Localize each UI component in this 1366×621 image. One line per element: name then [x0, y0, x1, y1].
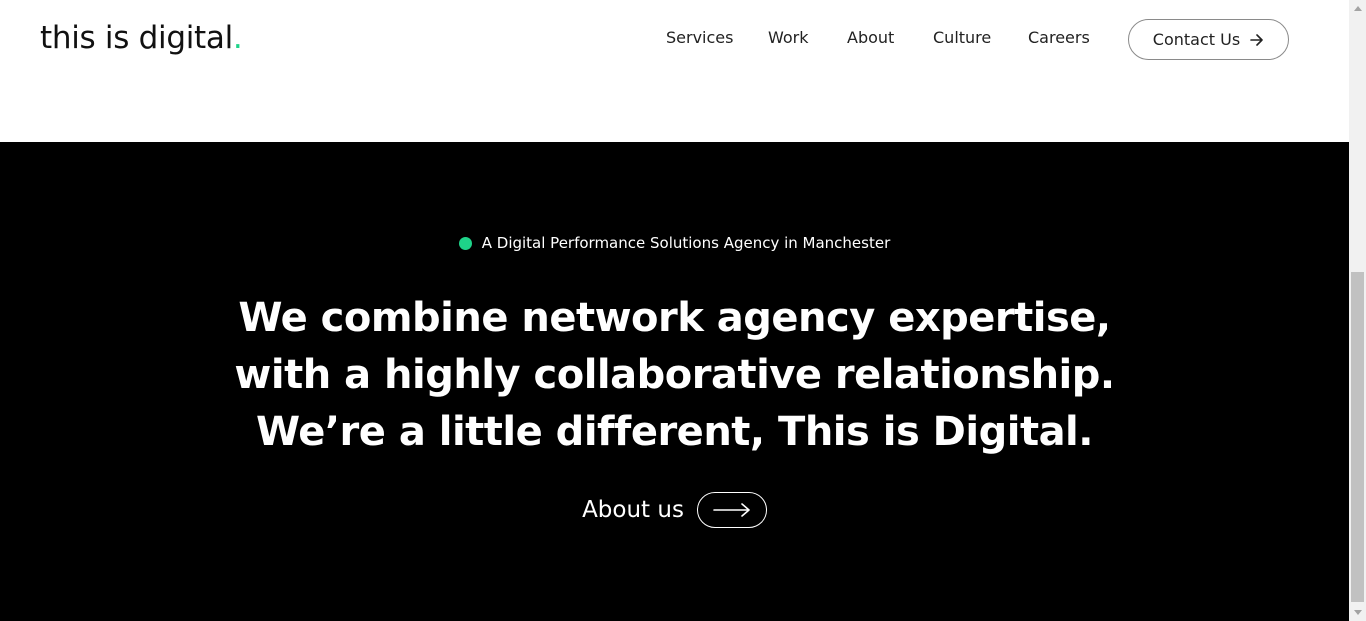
hero-tagline: A Digital Performance Solutions Agency i…	[0, 234, 1349, 254]
about-us-cta: About us	[0, 492, 1349, 528]
hero-headline-line-1: We combine network agency expertise,	[238, 295, 1111, 341]
hero-tagline-text: A Digital Performance Solutions Agency i…	[481, 234, 891, 252]
vertical-scrollbar[interactable]	[1349, 0, 1366, 621]
logo-dot: .	[232, 20, 243, 56]
hero-headline-line-3: We’re a little different, This is Digita…	[256, 409, 1093, 455]
arrow-right-icon	[1250, 33, 1263, 46]
hero-headline: We combine network agency expertise, wit…	[0, 290, 1349, 461]
nav-link-careers[interactable]: Careers	[1028, 28, 1090, 47]
contact-us-label: Contact Us	[1152, 30, 1241, 49]
nav-link-services[interactable]: Services	[666, 28, 733, 47]
hero-headline-line-2: with a highly collaborative relationship…	[234, 352, 1115, 398]
page: this is digital. Services Work About Cul…	[0, 0, 1349, 621]
about-us-link[interactable]: About us	[582, 497, 684, 523]
site-header: this is digital. Services Work About Cul…	[0, 0, 1349, 142]
status-dot-icon	[458, 236, 472, 250]
nav-link-work[interactable]: Work	[768, 28, 809, 47]
nav-link-about[interactable]: About	[847, 28, 894, 47]
scroll-down-arrow-icon[interactable]	[1349, 604, 1366, 621]
contact-us-button[interactable]: Contact Us	[1128, 19, 1289, 60]
logo-text: this is digital	[40, 20, 233, 56]
scroll-up-arrow-icon[interactable]	[1349, 0, 1366, 17]
scrollbar-thumb[interactable]	[1351, 272, 1364, 602]
hero-section: A Digital Performance Solutions Agency i…	[0, 142, 1349, 621]
site-logo[interactable]: this is digital.	[40, 20, 243, 56]
nav-link-culture[interactable]: Culture	[933, 28, 991, 47]
about-us-arrow-button[interactable]	[696, 492, 767, 528]
long-arrow-right-icon	[713, 503, 750, 517]
